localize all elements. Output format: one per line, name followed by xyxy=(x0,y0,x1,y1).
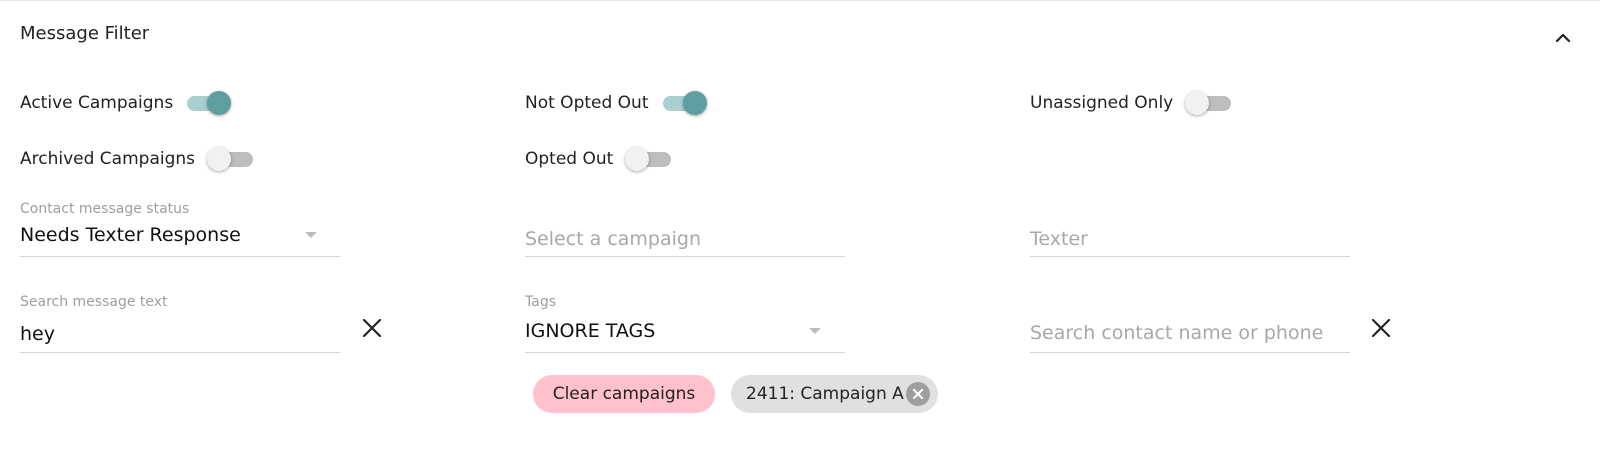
search-message-input[interactable]: Search message text hey xyxy=(20,290,340,353)
clear-campaigns-button[interactable]: Clear campaigns xyxy=(533,375,715,413)
contact-status-select[interactable]: Contact message status Needs Texter Resp… xyxy=(20,197,340,257)
clear-search-message-icon[interactable] xyxy=(360,316,384,340)
chevron-up-icon xyxy=(1555,33,1571,43)
active-campaigns-toggle-row: Active Campaigns xyxy=(20,87,233,119)
clear-search-contact-icon[interactable] xyxy=(1369,316,1393,340)
close-icon xyxy=(912,388,924,400)
search-message-label: Search message text xyxy=(20,294,168,310)
not-opted-out-switch[interactable] xyxy=(661,87,709,119)
active-campaigns-label: Active Campaigns xyxy=(20,93,174,113)
chip-remove-icon[interactable] xyxy=(906,382,930,406)
search-contact-placeholder: Search contact name or phone xyxy=(1030,322,1324,344)
active-campaigns-switch[interactable] xyxy=(185,87,233,119)
panel-title: Message Filter xyxy=(20,23,150,44)
switch-thumb xyxy=(625,147,650,171)
contact-status-label: Contact message status xyxy=(20,201,190,217)
archived-campaigns-toggle-row: Archived Campaigns xyxy=(20,143,255,175)
dropdown-caret-icon xyxy=(305,232,317,238)
tags-value: IGNORE TAGS xyxy=(525,320,656,342)
archived-campaigns-label: Archived Campaigns xyxy=(20,149,196,169)
search-contact-input[interactable]: Search contact name or phone xyxy=(1030,290,1350,353)
clear-campaigns-label: Clear campaigns xyxy=(552,384,696,404)
collapse-button[interactable] xyxy=(1550,25,1576,51)
contact-status-value: Needs Texter Response xyxy=(20,224,241,246)
unassigned-only-toggle-row: Unassigned Only xyxy=(1030,87,1233,119)
unassigned-only-switch[interactable] xyxy=(1185,87,1233,119)
campaign-select[interactable]: Select a campaign xyxy=(525,197,845,257)
opted-out-switch[interactable] xyxy=(625,143,673,175)
not-opted-out-label: Not Opted Out xyxy=(525,93,649,113)
unassigned-only-label: Unassigned Only xyxy=(1030,93,1174,113)
tags-select[interactable]: Tags IGNORE TAGS xyxy=(525,290,845,353)
tags-label: Tags xyxy=(525,294,556,310)
switch-thumb xyxy=(1185,91,1210,115)
switch-thumb xyxy=(682,91,707,115)
search-message-value: hey xyxy=(20,323,55,345)
switch-thumb xyxy=(207,91,232,115)
archived-campaigns-switch[interactable] xyxy=(207,143,255,175)
message-filter-panel: Message Filter Active Campaigns Not Opte… xyxy=(0,0,1600,449)
campaign-chip: 2411: Campaign A xyxy=(731,375,938,413)
texter-placeholder: Texter xyxy=(1030,228,1088,250)
switch-thumb xyxy=(207,147,232,171)
opted-out-toggle-row: Opted Out xyxy=(525,143,673,175)
texter-input[interactable]: Texter xyxy=(1030,197,1350,257)
campaign-placeholder: Select a campaign xyxy=(525,228,702,250)
opted-out-label: Opted Out xyxy=(525,149,614,169)
not-opted-out-toggle-row: Not Opted Out xyxy=(525,87,709,119)
campaign-chip-label: 2411: Campaign A xyxy=(746,384,904,404)
dropdown-caret-icon xyxy=(809,328,821,334)
